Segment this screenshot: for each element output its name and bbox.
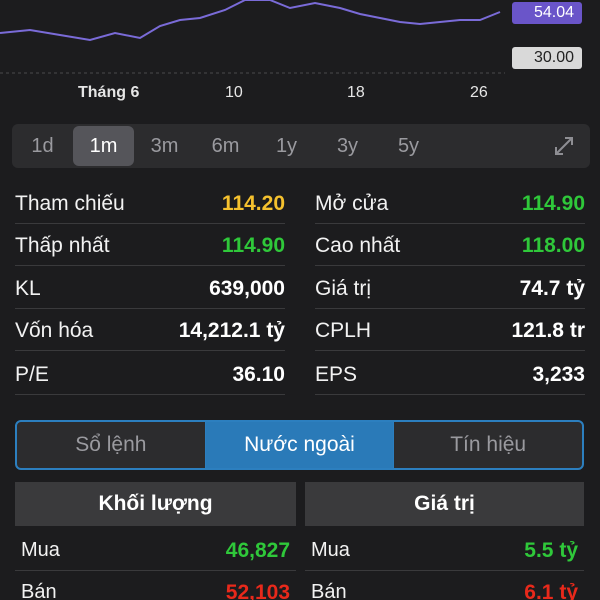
row-label: Mua <box>311 539 350 561</box>
range-tab-6m[interactable]: 6m <box>195 126 256 166</box>
min-price-tag: 30.00 <box>512 47 582 69</box>
volume-header: Khối lượng <box>15 482 296 526</box>
stat-label: Thấp nhất <box>15 233 110 257</box>
stat-turnover: Giá trị 74.7 tỷ <box>315 269 585 309</box>
stat-label: P/E <box>15 362 49 386</box>
stat-high: Cao nhất 118.00 <box>315 226 585 266</box>
data-tabs: Sổ lệnh Nước ngoài Tín hiệu <box>15 420 584 470</box>
range-tab-1y[interactable]: 1y <box>256 126 317 166</box>
x-label-10: 10 <box>225 84 243 101</box>
stat-label: Giá trị <box>315 276 372 300</box>
range-tab-3y[interactable]: 3y <box>317 126 378 166</box>
row-label: Bán <box>311 581 347 600</box>
stat-value: 114.20 <box>221 191 285 215</box>
current-price-tag: 54.04 <box>512 2 582 24</box>
stat-value: 74.7 tỷ <box>519 276 585 300</box>
range-tab-1d[interactable]: 1d <box>12 126 73 166</box>
stat-value: 118.00 <box>521 233 585 257</box>
stat-shares: CPLH 121.8 tr <box>315 311 585 351</box>
stat-value: 639,000 <box>209 276 285 300</box>
stat-value: 114.90 <box>221 233 285 257</box>
stat-value: 114.90 <box>521 191 585 215</box>
x-axis-labels: Tháng 6 10 18 26 <box>0 84 600 104</box>
stat-value: 121.8 tr <box>511 318 585 342</box>
expand-icon[interactable] <box>544 126 584 166</box>
range-tab-3m[interactable]: 3m <box>134 126 195 166</box>
price-chart[interactable]: 54.04 30.00 Tháng 6 10 18 26 <box>0 0 600 110</box>
row-label: Mua <box>21 539 60 561</box>
stat-label: EPS <box>315 362 358 386</box>
stat-pe: P/E 36.10 <box>15 355 285 395</box>
stat-label: Cao nhất <box>315 233 401 257</box>
price-line <box>0 0 501 42</box>
stat-reference: Tham chiếu 114.20 <box>15 184 285 224</box>
row-value: 5.5 tỷ <box>524 538 578 562</box>
x-label-26: 26 <box>470 84 488 101</box>
row-label: Bán <box>21 581 57 600</box>
volume-sell-row: Bán 52,103 <box>15 573 296 600</box>
stat-open: Mở cửa 114.90 <box>315 184 585 224</box>
stat-label: Mở cửa <box>315 191 389 215</box>
price-line-chart <box>0 0 505 74</box>
stat-value: 36.10 <box>232 362 285 386</box>
stat-label: Vốn hóa <box>15 318 94 342</box>
tab-order-book[interactable]: Sổ lệnh <box>17 422 206 468</box>
stat-market-cap: Vốn hóa 14,212.1 tỷ <box>15 311 285 351</box>
stat-value: 3,233 <box>532 362 585 386</box>
stat-label: CPLH <box>315 318 372 342</box>
stat-value: 14,212.1 tỷ <box>178 318 285 342</box>
stat-volume: KL 639,000 <box>15 269 285 309</box>
row-value: 46,827 <box>225 538 290 562</box>
tab-signals[interactable]: Tín hiệu <box>394 422 582 468</box>
range-tab-5y[interactable]: 5y <box>378 126 439 166</box>
x-label-18: 18 <box>347 84 365 101</box>
tab-foreign[interactable]: Nước ngoài <box>205 422 395 468</box>
row-value: 6.1 tỷ <box>524 580 578 600</box>
range-tab-1m[interactable]: 1m <box>73 126 134 166</box>
x-label-month: Tháng 6 <box>78 84 140 101</box>
stat-label: KL <box>15 276 41 300</box>
volume-buy-row: Mua 46,827 <box>15 531 296 571</box>
row-value: 52,103 <box>225 580 290 600</box>
value-header: Giá trị <box>305 482 584 526</box>
stat-eps: EPS 3,233 <box>315 355 585 395</box>
stat-label: Tham chiếu <box>15 191 125 215</box>
value-buy-row: Mua 5.5 tỷ <box>305 531 584 571</box>
value-sell-row: Bán 6.1 tỷ <box>305 573 584 600</box>
range-selector: 1d 1m 3m 6m 1y 3y 5y <box>12 124 590 168</box>
stat-low: Thấp nhất 114.90 <box>15 226 285 266</box>
